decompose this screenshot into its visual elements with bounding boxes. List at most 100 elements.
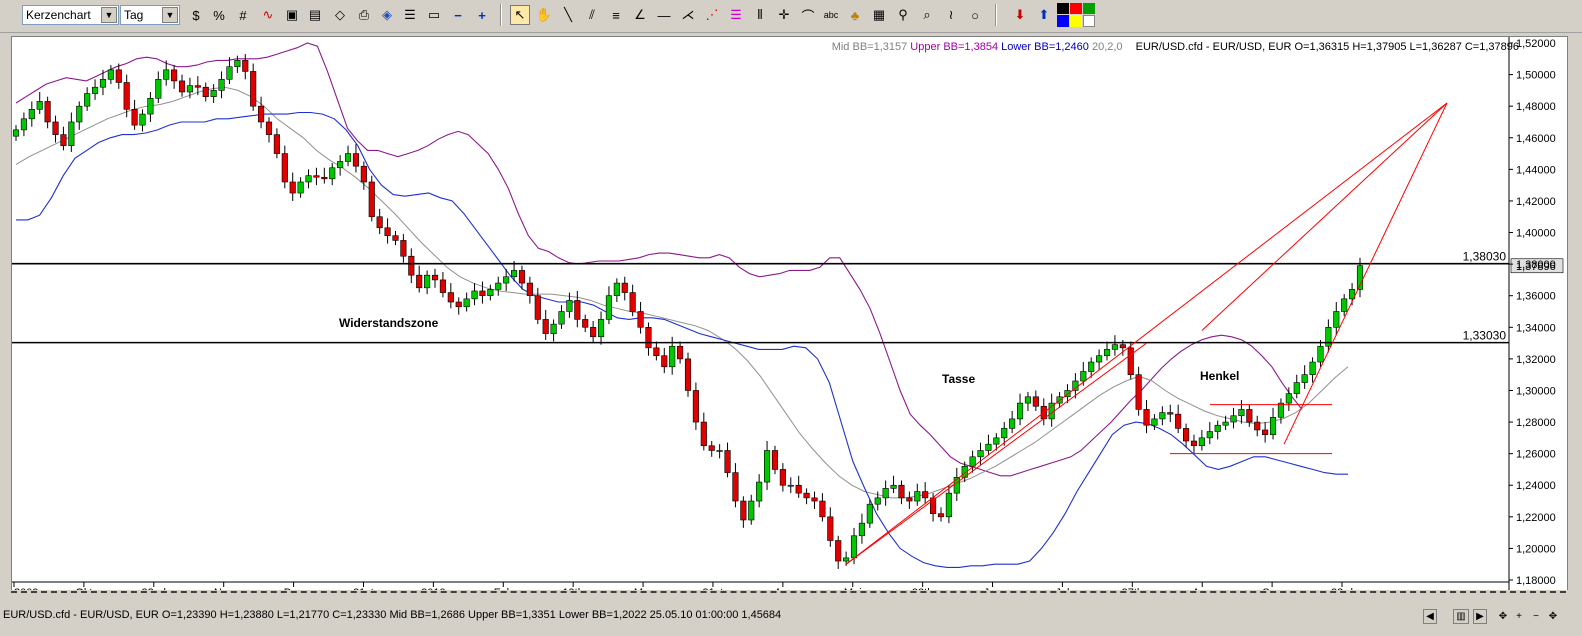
y-tick-label: 1,50000 [1516,70,1556,82]
properties-icon[interactable]: ▭ [424,5,444,25]
fibonacci-icon[interactable]: ≡ [606,5,626,25]
color-swatch[interactable] [1083,3,1095,14]
candle-body [898,484,905,499]
zoom-out-icon[interactable]: − [1530,609,1542,624]
period-select[interactable]: Tag ▼ [120,5,180,25]
candle-body [155,79,162,99]
candle-body [574,300,581,320]
candle-body [281,153,288,183]
candle-body [1159,412,1166,420]
indicator-icon[interactable]: ∿ [258,5,278,25]
alarm-bell-icon[interactable]: ♣ [845,5,865,25]
candle-body [289,181,296,194]
fib-retracement-icon[interactable]: ☰ [726,5,746,25]
candle-body [1285,393,1292,404]
grid-icon[interactable]: # [233,5,253,25]
line-icon[interactable]: ╲ [558,5,578,25]
parallel-lines-icon[interactable]: ⫽ [582,5,602,25]
expand-icon[interactable]: ✥ [1546,609,1560,624]
scroll-thumb[interactable]: ▥ [1453,609,1469,624]
candle-body [526,282,533,297]
chart-type-select[interactable]: Kerzenchart ▼ [22,5,119,25]
candle-body [692,390,699,423]
zoom-out-icon[interactable]: − [448,5,468,25]
fan-icon[interactable]: ⋌ [678,5,698,25]
scroll-right-icon[interactable]: ▶ [1473,609,1487,624]
candle-body [621,282,628,293]
currency-icon[interactable]: $ [186,5,206,25]
chevron-down-icon[interactable]: ▼ [101,7,117,23]
candle-body [1309,361,1316,375]
chart-window-icon[interactable]: ▣ [282,5,302,25]
candle-body [131,109,138,126]
candle-body [234,60,241,67]
candle-body [471,290,478,300]
candle-body [613,282,620,297]
text-icon[interactable]: abc [821,5,841,25]
layers-icon[interactable]: ◈ [377,5,397,25]
candle-body [653,347,660,357]
candle-body [985,443,992,451]
zoom-area-icon[interactable]: ⌕ [917,5,937,25]
bb-mid-label: Mid BB=1,3157 [831,41,908,53]
currency-percent-icon[interactable]: % [209,5,229,25]
scroll-left-icon[interactable]: ◀ [1423,609,1437,624]
candle-body [977,450,984,458]
candle-body [123,82,130,110]
candle-body [1222,421,1229,426]
candle-body [392,235,399,241]
vertical-lines-icon[interactable]: ⦀ [750,5,770,25]
zoom-in-icon[interactable]: + [472,5,492,25]
angle-line-icon[interactable]: ∠ [630,5,650,25]
bb-lower-band [16,111,1348,568]
candle-body [858,522,865,537]
buy-arrow-icon[interactable]: ⬆ [1034,5,1054,25]
color-swatch[interactable] [1057,3,1069,14]
candle-body [795,484,802,494]
candle-body [1080,371,1087,382]
save-icon[interactable]: ▤ [305,5,325,25]
candle-body [431,274,439,281]
candle-body [843,557,850,562]
candle-body [740,500,747,521]
candle-body [408,255,415,276]
calculator-icon[interactable]: ▦ [869,5,889,25]
candle-body [447,292,454,303]
cursor-icon[interactable]: ↖ [510,5,530,25]
crosshair-icon[interactable]: ✛ [774,5,794,25]
candle-body [376,216,383,229]
fit-icon[interactable]: ✥ [1495,609,1511,624]
color-palette[interactable] [1057,3,1097,27]
curve-icon[interactable]: ≀ [941,5,961,25]
candle-body [850,535,858,559]
hand-icon[interactable]: ✋ [534,5,554,25]
color-swatch[interactable] [1070,3,1082,14]
bb-upper-band [15,42,1303,477]
horizontal-line-icon[interactable]: — [654,5,674,25]
time-scrollbar[interactable] [0,590,1582,606]
candle-body [1206,431,1213,439]
eraser-icon[interactable]: ◇ [330,5,350,25]
fib-fan-icon[interactable]: ⋰ [702,5,722,25]
candle-body [1262,429,1269,435]
color-swatch[interactable] [1057,14,1069,27]
status-text: EUR/USD.cfd - EUR/USD, EUR O=1,23390 H=1… [3,609,782,621]
color-swatch[interactable] [1083,14,1095,27]
color-swatch[interactable] [1070,14,1082,27]
ellipse-icon[interactable]: ○ [965,5,985,25]
trend-line [1201,102,1448,331]
y-tick-label: 1,40000 [1516,228,1556,240]
candle-body [518,270,526,284]
chevron-down-icon[interactable]: ▼ [162,7,178,23]
print-icon[interactable]: ⎙ [354,5,374,25]
list-icon[interactable]: ☰ [400,5,420,25]
zoom-in-icon[interactable]: + [1513,609,1525,624]
candle-body [178,80,186,93]
sell-arrow-icon[interactable]: ⬇ [1010,5,1030,25]
candle-body [115,69,122,83]
arc-icon[interactable]: ⌒ [798,5,818,25]
search-icon[interactable]: ⚲ [893,5,913,25]
candle-body [384,227,391,236]
candle-body [487,289,494,297]
candle-body [669,345,676,368]
